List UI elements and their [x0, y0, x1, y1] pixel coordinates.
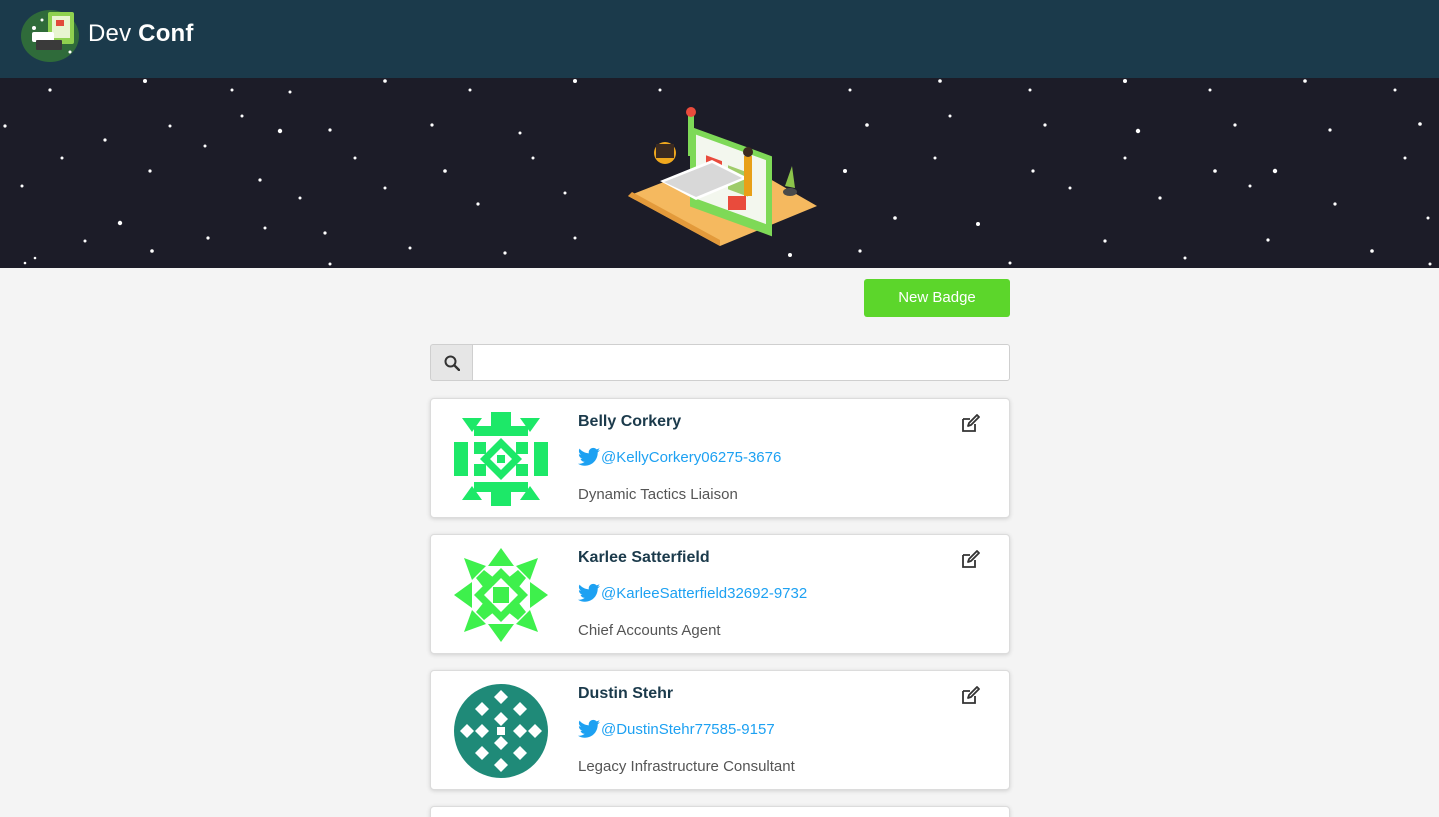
twitter-icon — [578, 583, 600, 602]
brand-name: Dev Conf — [88, 20, 194, 48]
brand-name-light: Dev — [88, 20, 132, 47]
search-input[interactable] — [472, 344, 1010, 381]
avatar — [454, 684, 548, 778]
job-title: Chief Accounts Agent — [578, 622, 721, 639]
badge-card: Dustin Stehr @DustinStehr77585-9157 Lega… — [430, 670, 1010, 790]
edit-icon[interactable] — [960, 686, 980, 706]
hero-banner — [0, 78, 1439, 268]
badge-card-partial — [430, 806, 1010, 817]
badge-card: Karlee Satterfield @KarleeSatterfield326… — [430, 534, 1010, 654]
search-group — [430, 344, 1010, 381]
twitter-icon — [578, 447, 600, 466]
badge-name: Belly Corkery — [578, 413, 682, 430]
job-title: Dynamic Tactics Liaison — [578, 486, 738, 503]
brand-name-bold: Conf — [138, 20, 194, 47]
twitter-link[interactable]: @KarleeSatterfield32692-9732 — [578, 583, 807, 603]
search-addon — [430, 344, 472, 381]
twitter-handle: @KellyCorkery06275-3676 — [601, 448, 782, 466]
brand-link[interactable]: Dev Conf — [20, 6, 194, 62]
edit-icon[interactable] — [960, 414, 980, 434]
top-navbar: Dev Conf — [0, 0, 1439, 78]
job-title: Legacy Infrastructure Consultant — [578, 758, 795, 775]
avatar — [454, 412, 548, 506]
badge-card: Belly Corkery @KellyCorkery06275-3676 Dy… — [430, 398, 1010, 518]
new-badge-button[interactable]: New Badge — [864, 279, 1010, 317]
twitter-handle: @DustinStehr77585-9157 — [601, 720, 775, 738]
twitter-icon — [578, 719, 600, 738]
twitter-link[interactable]: @DustinStehr77585-9157 — [578, 719, 775, 739]
twitter-link[interactable]: @KellyCorkery06275-3676 — [578, 447, 781, 467]
avatar — [454, 548, 548, 642]
search-icon — [444, 355, 460, 371]
badge-name: Karlee Satterfield — [578, 549, 710, 566]
devconf-logo-icon — [21, 10, 79, 62]
hero-computer-illustration — [628, 107, 817, 246]
twitter-handle: @KarleeSatterfield32692-9732 — [601, 584, 808, 602]
badge-name: Dustin Stehr — [578, 685, 674, 702]
edit-icon[interactable] — [960, 550, 980, 570]
